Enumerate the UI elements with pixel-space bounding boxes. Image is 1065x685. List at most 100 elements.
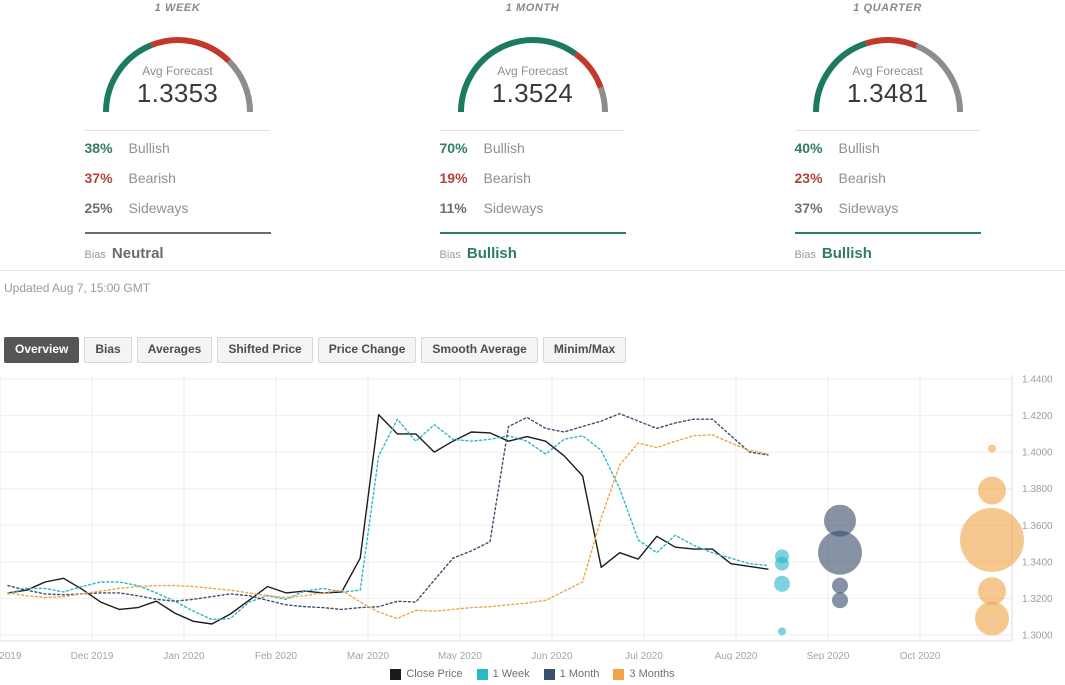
bearish-label: Bearish — [128, 170, 176, 186]
y-axis-tick: 1.4000 — [1022, 448, 1053, 459]
bias-row: Bias Neutral — [85, 234, 271, 262]
bullish-percent: 38% — [84, 140, 113, 156]
gauge-arc-bullish — [457, 37, 577, 113]
forecast-bubble-3-months — [988, 444, 996, 453]
forecast-chart: 1.4400 1.4200 1.4000 1.3800 1.3600 1.3400 1.32… — [0, 370, 1065, 685]
y-axis-tick: 1.4200 — [1022, 411, 1053, 422]
stat-row-bearish: 19% Bearish — [440, 170, 626, 200]
forecast-bubble-1-month — [832, 592, 848, 609]
stat-row-bullish: 40% Bullish — [795, 140, 981, 170]
y-axis-tick: 1.4400 — [1022, 375, 1053, 386]
forecast-bubble-1-month — [832, 577, 848, 594]
legend-swatch-icon — [613, 668, 625, 680]
gauge-panel-1-week: 1 WEEK Avg Forecast 1.3353 38% Bullish 3… — [0, 0, 355, 270]
forecast-bubble-3-months — [978, 577, 1006, 606]
stat-row-sideways: 37% Sideways — [795, 200, 981, 230]
x-axis-tick: May 2020 — [438, 651, 482, 660]
y-axis-tick: 1.3800 — [1022, 484, 1053, 495]
stat-row-bearish: 23% Bearish — [795, 170, 981, 200]
stat-row-sideways: 11% Sideways — [440, 200, 626, 230]
x-axis-tick: Oct 2020 — [900, 651, 941, 660]
y-axis-tick: 1.3400 — [1022, 557, 1053, 568]
bias-row: Bias Bullish — [795, 234, 981, 262]
gauge-arc-sideways — [226, 58, 253, 113]
x-axis-tick: Feb 2020 — [255, 651, 298, 660]
legend-item-3-months[interactable]: 3 Months — [613, 668, 675, 680]
legend-item-1-month[interactable]: 1 Month — [543, 668, 600, 680]
gauge-arc-sideways — [914, 43, 963, 113]
y-axis-tick: 1.3200 — [1022, 594, 1053, 605]
tab-bias[interactable]: Bias — [84, 337, 132, 363]
legend-item-close-price[interactable]: Close Price — [390, 668, 463, 680]
gauge-arc-svg — [457, 37, 608, 113]
legend-label: 1 Week — [492, 668, 530, 680]
forecast-bubble-1-week — [778, 627, 786, 636]
legend-label: 1 Month — [559, 668, 600, 680]
panel-title: 1 QUARTER — [853, 2, 922, 14]
bearish-percent: 37% — [84, 170, 113, 186]
forecast-bubble-3-months — [960, 507, 1024, 572]
sentiment-stats: 70% Bullish 19% Bearish 11% Sideways — [439, 131, 626, 234]
chart-canvas: 1.4400 1.4200 1.4000 1.3800 1.3600 1.3400 1.32… — [0, 375, 1053, 660]
series-line-3-months — [7, 434, 769, 620]
bearish-label: Bearish — [838, 170, 886, 186]
forecast-bubble-3-months — [975, 601, 1009, 636]
legend-item-1-week[interactable]: 1 Week — [476, 668, 530, 680]
panel-title: 1 WEEK — [154, 2, 201, 14]
x-axis-tick: Jun 2020 — [531, 651, 573, 660]
chart-tab-bar[interactable]: Overview Bias Averages Shifted Price Price C… — [4, 337, 627, 363]
tab-overview[interactable]: Overview — [4, 337, 80, 363]
bias-value: Bullish — [466, 245, 517, 262]
legend-label: 3 Months — [629, 668, 675, 680]
panel-title: 1 MONTH — [505, 2, 560, 14]
bias-caption: Bias — [794, 249, 816, 261]
gauge-arc-bearish — [149, 37, 231, 64]
bias-row: Bias Bullish — [440, 234, 626, 262]
sideways-label: Sideways — [483, 200, 544, 216]
stat-row-bullish: 38% Bullish — [85, 140, 271, 170]
forecast-gauges-row: 1 WEEK Avg Forecast 1.3353 38% Bullish 3… — [0, 0, 1065, 270]
bullish-percent: 40% — [794, 140, 823, 156]
tab-shifted-price[interactable]: Shifted Price — [217, 337, 313, 363]
tab-averages[interactable]: Averages — [136, 337, 213, 363]
series-line-1-week — [7, 418, 769, 621]
gauge-arc-bullish — [102, 42, 153, 113]
gauge-arc-sideways — [597, 86, 608, 113]
forecast-bubble-1-month — [818, 530, 862, 575]
forecast-bubble-3-months — [978, 476, 1006, 505]
sideways-label: Sideways — [838, 200, 899, 216]
sideways-label: Sideways — [128, 200, 189, 216]
bias-caption: Bias — [84, 249, 106, 261]
gauge-1-week: Avg Forecast 1.3353 — [88, 24, 268, 116]
legend-swatch-icon — [543, 668, 555, 680]
bullish-label: Bullish — [838, 140, 880, 156]
bias-value: Bullish — [821, 245, 872, 262]
y-axis-tick: 1.3000 — [1022, 631, 1053, 642]
gauge-arc-svg — [102, 37, 253, 113]
sideways-percent: 37% — [794, 200, 823, 216]
gauge-panel-1-month: 1 MONTH Avg Forecast 1.3524 70% Bullish … — [355, 0, 710, 270]
gauge-arc-bearish — [572, 51, 604, 89]
stat-row-bearish: 37% Bearish — [85, 170, 271, 200]
tab-smooth-average[interactable]: Smooth Average — [421, 337, 538, 363]
tab-price-change[interactable]: Price Change — [317, 337, 417, 363]
series-line-close-price — [7, 414, 769, 625]
bullish-label: Bullish — [128, 140, 170, 156]
sentiment-stats: 40% Bullish 23% Bearish 37% Sideways — [794, 131, 981, 234]
x-axis-tick: Nov 2019 — [0, 651, 22, 660]
tab-minim-max[interactable]: Minim/Max — [542, 337, 627, 363]
stat-row-bullish: 70% Bullish — [440, 140, 626, 170]
gauge-arc-bearish — [864, 37, 918, 49]
bullish-percent: 70% — [439, 140, 468, 156]
stat-row-sideways: 25% Sideways — [85, 200, 271, 230]
gauge-1-month: Avg Forecast 1.3524 — [443, 24, 623, 116]
bias-value: Neutral — [111, 245, 164, 262]
sideways-percent: 11% — [439, 200, 467, 216]
chart-legend: Close Price 1 Week 1 Month 3 Months — [0, 668, 1065, 680]
last-updated-text: Updated Aug 7, 15:00 GMT — [4, 281, 151, 295]
bullish-label: Bullish — [483, 140, 525, 156]
bearish-label: Bearish — [483, 170, 531, 186]
bearish-percent: 23% — [794, 170, 823, 186]
x-axis-tick: Mar 2020 — [347, 651, 390, 660]
y-axis-tick: 1.3600 — [1022, 521, 1053, 532]
